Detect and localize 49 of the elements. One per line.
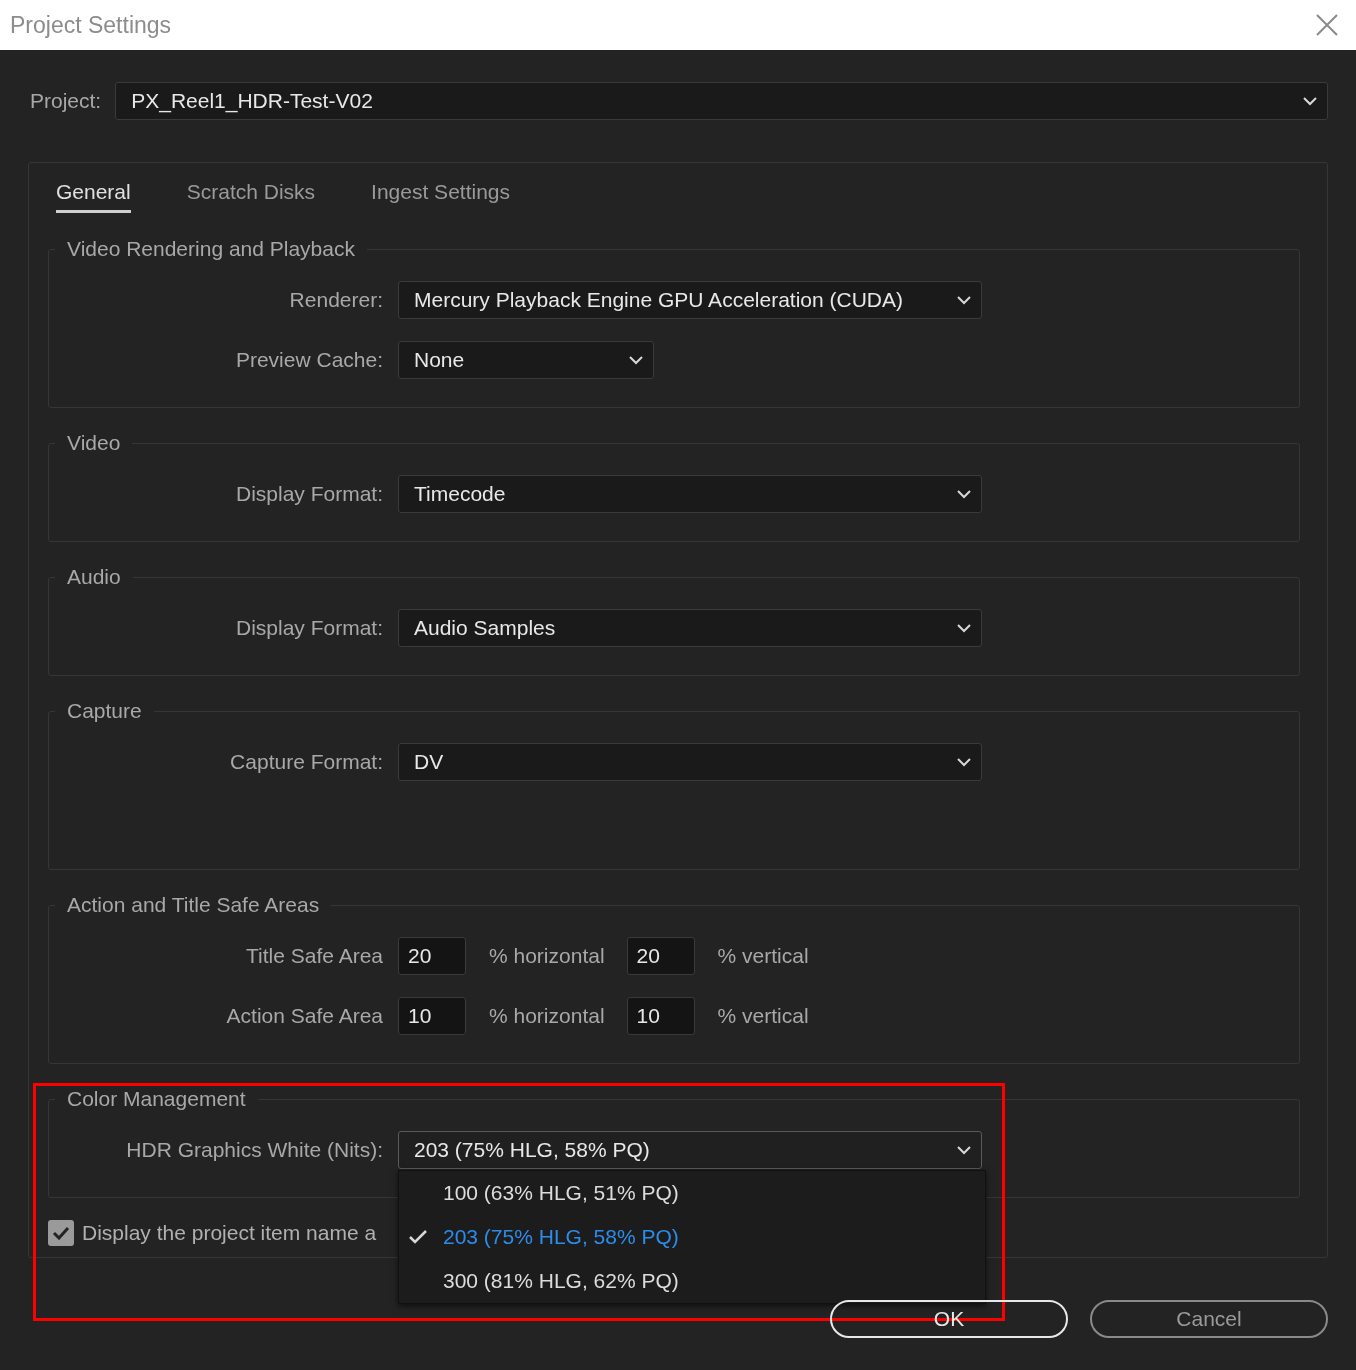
- chevron-down-icon: [957, 489, 971, 499]
- dropdown[interactable]: Audio Samples: [398, 609, 982, 647]
- number-field[interactable]: 10: [398, 997, 466, 1035]
- dropdown[interactable]: DV: [398, 743, 982, 781]
- checkmark-icon: [52, 1226, 70, 1240]
- checkbox[interactable]: [48, 1220, 74, 1246]
- chevron-down-icon: [629, 355, 643, 365]
- menu-item[interactable]: 300 (81% HLG, 62% PQ): [399, 1259, 985, 1303]
- number-field[interactable]: 20: [398, 937, 466, 975]
- field-label: Display Format:: [234, 616, 383, 640]
- dropdown[interactable]: Mercury Playback Engine GPU Acceleration (CUDA): [398, 281, 982, 319]
- chevron-down-icon: [957, 757, 971, 767]
- cancel-button[interactable]: Cancel: [1090, 1300, 1328, 1338]
- field-label: Action Safe Area: [225, 1004, 383, 1028]
- field-label: Renderer:: [288, 288, 383, 312]
- group-title: Action and Title Safe Areas: [66, 893, 321, 917]
- project-dropdown[interactable]: PX_Reel1_HDR-Test-V02: [115, 82, 1328, 120]
- field-label: Display Format:: [234, 482, 383, 506]
- chevron-down-icon: [957, 623, 971, 633]
- number-field[interactable]: 20: [626, 937, 695, 975]
- chevron-down-icon: [957, 1145, 971, 1155]
- window-title: Project Settings: [10, 11, 172, 39]
- unit-label: % horizontal: [489, 944, 605, 968]
- dropdown[interactable]: None: [398, 341, 654, 379]
- menu-item[interactable]: 100 (63% HLG, 51% PQ): [399, 1171, 985, 1215]
- chevron-down-icon: [1303, 96, 1317, 106]
- dropdown[interactable]: Timecode: [398, 475, 982, 513]
- field-label: Capture Format:: [229, 750, 383, 774]
- number-field[interactable]: 10: [626, 997, 695, 1035]
- group-title: Video: [66, 431, 122, 455]
- group-title: Audio: [66, 565, 122, 589]
- tab[interactable]: Scratch Disks: [186, 179, 316, 213]
- checkbox-label: Display the project item name a: [82, 1221, 377, 1245]
- group-title: Video Rendering and Playback: [66, 237, 356, 261]
- group-title: Capture: [66, 699, 143, 723]
- tab[interactable]: General: [56, 179, 131, 213]
- field-label: HDR Graphics White (Nits):: [125, 1138, 383, 1162]
- field-label: Title Safe Area: [245, 944, 383, 968]
- close-icon[interactable]: [1316, 14, 1338, 36]
- unit-label: % horizontal: [489, 1004, 605, 1028]
- tab[interactable]: Ingest Settings: [371, 179, 510, 213]
- unit-label: % vertical: [717, 944, 809, 968]
- chevron-down-icon: [957, 295, 971, 305]
- group-title: Color Management: [66, 1087, 247, 1111]
- unit-label: % vertical: [717, 1004, 809, 1028]
- checkmark-icon: [408, 1229, 428, 1245]
- field-label: Preview Cache:: [234, 348, 383, 372]
- field-label: Project:: [30, 89, 102, 113]
- menu-item[interactable]: 203 (75% HLG, 58% PQ): [399, 1215, 985, 1259]
